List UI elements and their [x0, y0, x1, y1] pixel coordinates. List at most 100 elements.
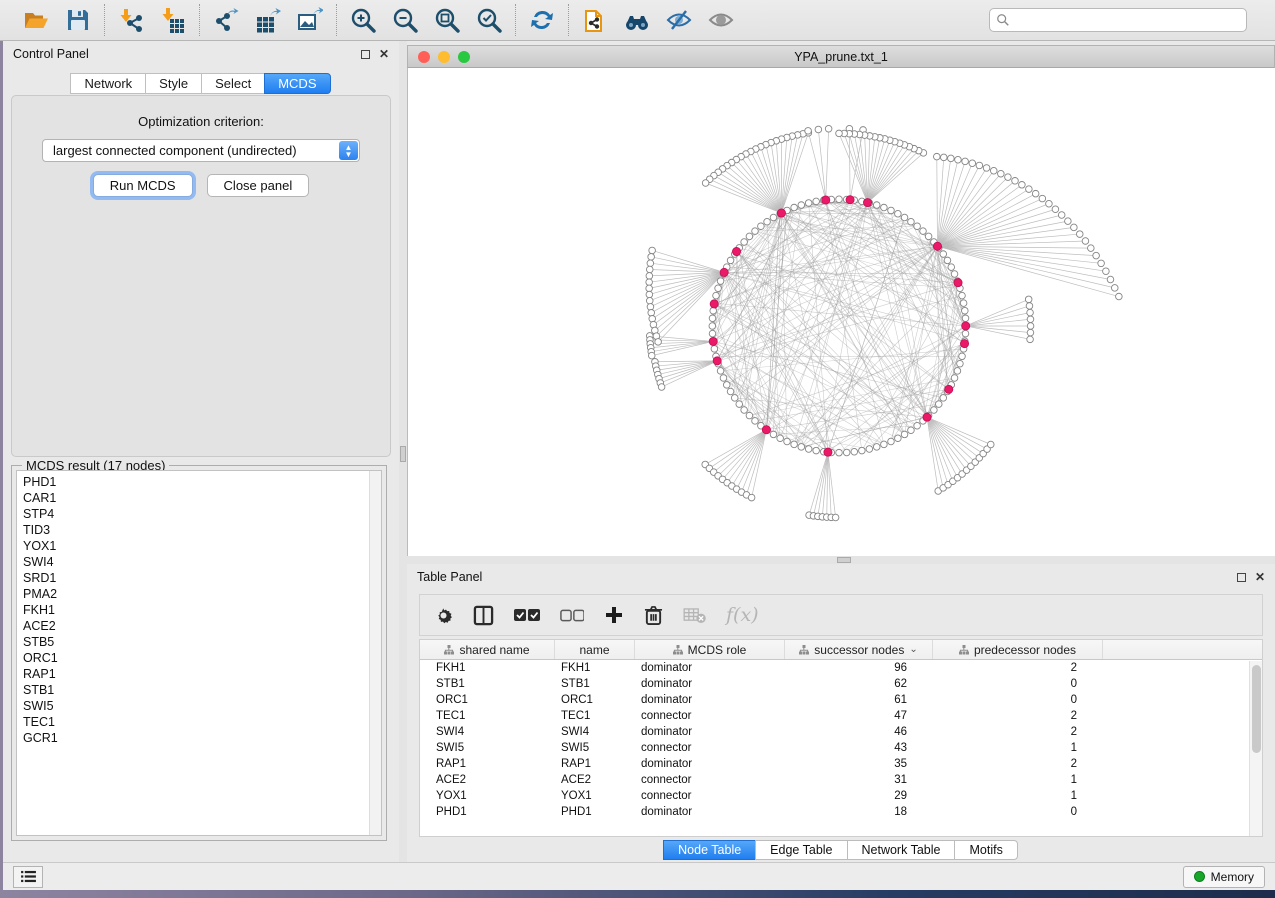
save-icon[interactable]: [64, 6, 92, 34]
network-window-titlebar[interactable]: YPA_prune.txt_1: [407, 45, 1275, 68]
mcds-result-item[interactable]: CAR1: [23, 490, 381, 506]
table-panel-tab[interactable]: Edge Table: [755, 840, 847, 860]
table-panel-tab[interactable]: Node Table: [663, 840, 756, 860]
table-column-header[interactable]: MCDS role ⌄: [635, 640, 785, 659]
mcds-result-item[interactable]: ORC1: [23, 650, 381, 666]
table-header-row: shared name ⌄ name ⌄ MCDS role ⌄ success…: [420, 640, 1262, 660]
mcds-result-item[interactable]: TID3: [23, 522, 381, 538]
network-canvas[interactable]: [407, 68, 1275, 556]
control-panel-tabs: Network Style Select MCDS: [3, 73, 399, 94]
search-input[interactable]: [989, 8, 1247, 32]
close-icon[interactable]: ✕: [379, 49, 389, 60]
mcds-result-item[interactable]: YOX1: [23, 538, 381, 554]
table-row[interactable]: ACE2 ACE2 connector 31 1: [420, 772, 1262, 788]
network-window: YPA_prune.txt_1: [407, 41, 1275, 556]
table-panel-tabs: Node Table Edge Table Network Table Moti…: [407, 840, 1275, 860]
export-image-icon[interactable]: [296, 6, 324, 34]
table-row[interactable]: PHD1 PHD1 dominator 18 0: [420, 804, 1262, 820]
mcds-result-item[interactable]: SRD1: [23, 570, 381, 586]
control-panel-title: Control Panel: [13, 47, 89, 61]
zoom-fit-icon[interactable]: [433, 6, 461, 34]
close-panel-button[interactable]: Close panel: [207, 174, 310, 197]
table-column-header[interactable]: shared name ⌄: [420, 640, 555, 659]
hierarchy-icon: [444, 645, 454, 655]
mcds-tab-content: Optimization criterion: largest connecte…: [11, 95, 391, 457]
memory-button[interactable]: Memory: [1183, 866, 1265, 888]
table-column-header[interactable]: predecessor nodes ⌄: [933, 640, 1103, 659]
function-builder-icon-disabled: f(x): [726, 602, 759, 628]
hierarchy-icon: [799, 645, 809, 655]
run-mcds-button[interactable]: Run MCDS: [93, 174, 193, 197]
list-icon: [20, 870, 37, 883]
control-panel-tab[interactable]: Style: [145, 73, 202, 94]
mcds-result-item[interactable]: STB5: [23, 634, 381, 650]
table-column-header[interactable]: successor nodes ⌄: [785, 640, 933, 659]
float-window-icon[interactable]: [361, 50, 370, 59]
table-settings-gear-icon[interactable]: [434, 602, 453, 628]
control-panel-tab[interactable]: MCDS: [264, 73, 330, 94]
table-row[interactable]: SWI5 SWI5 connector 43 1: [420, 740, 1262, 756]
status-bar: Memory: [3, 862, 1275, 890]
horizontal-splitter[interactable]: [407, 556, 1275, 564]
control-panel-tab[interactable]: Network: [70, 73, 146, 94]
hierarchy-icon: [959, 645, 969, 655]
table-row[interactable]: ORC1 ORC1 dominator 61 0: [420, 692, 1262, 708]
import-table-icon[interactable]: [159, 6, 187, 34]
overview-icon[interactable]: [623, 6, 651, 34]
hierarchy-icon: [673, 645, 683, 655]
table-scrollbar[interactable]: [1249, 661, 1262, 836]
close-icon[interactable]: ✕: [1255, 572, 1265, 583]
task-history-button[interactable]: [13, 866, 43, 888]
table-body: FKH1 FKH1 dominator 96 2 STB1 STB1 domin…: [420, 660, 1262, 820]
sort-menu-icon: ⌄: [909, 644, 917, 655]
optimization-criterion-label: Optimization criterion:: [12, 114, 390, 129]
mcds-result-item[interactable]: FKH1: [23, 602, 381, 618]
mcds-result-item[interactable]: TEC1: [23, 714, 381, 730]
import-network-icon[interactable]: [117, 6, 145, 34]
vertical-splitter[interactable]: [399, 41, 407, 862]
mcds-result-item[interactable]: STP4: [23, 506, 381, 522]
zoom-in-icon[interactable]: [349, 6, 377, 34]
mcds-result-item[interactable]: PHD1: [23, 474, 381, 490]
mcds-result-item[interactable]: SWI4: [23, 554, 381, 570]
mcds-list-scrollbar[interactable]: [369, 471, 381, 835]
control-panel: Control Panel ✕ Network Style Select MCD…: [3, 41, 399, 862]
control-panel-tab[interactable]: Select: [201, 73, 265, 94]
delete-column-icon[interactable]: [644, 602, 663, 628]
main-toolbar: [0, 0, 1275, 41]
table-row[interactable]: TEC1 TEC1 connector 47 2: [420, 708, 1262, 724]
add-column-icon[interactable]: [604, 602, 624, 628]
show-details-icon[interactable]: [707, 6, 735, 34]
select-all-rows-icon[interactable]: [514, 602, 540, 628]
mcds-result-item[interactable]: STB1: [23, 682, 381, 698]
network-graph[interactable]: [408, 68, 1275, 556]
node-table: shared name ⌄ name ⌄ MCDS role ⌄ success…: [419, 639, 1263, 837]
export-network-icon[interactable]: [212, 6, 240, 34]
zoom-selected-icon[interactable]: [475, 6, 503, 34]
table-row[interactable]: STB1 STB1 dominator 62 0: [420, 676, 1262, 692]
criterion-select[interactable]: largest connected component (undirected)…: [42, 139, 360, 162]
table-panel-title: Table Panel: [417, 570, 482, 584]
table-row[interactable]: RAP1 RAP1 dominator 35 2: [420, 756, 1262, 772]
open-icon[interactable]: [22, 6, 50, 34]
float-window-icon[interactable]: [1237, 573, 1246, 582]
zoom-out-icon[interactable]: [391, 6, 419, 34]
table-row[interactable]: SWI4 SWI4 dominator 46 2: [420, 724, 1262, 740]
new-network-from-selection-icon[interactable]: [581, 6, 609, 34]
table-row[interactable]: FKH1 FKH1 dominator 96 2: [420, 660, 1262, 676]
mcds-result-item[interactable]: ACE2: [23, 618, 381, 634]
refresh-icon[interactable]: [528, 6, 556, 34]
table-row[interactable]: YOX1 YOX1 connector 29 1: [420, 788, 1262, 804]
app-window: Control Panel ✕ Network Style Select MCD…: [3, 41, 1275, 890]
table-panel-tab[interactable]: Motifs: [954, 840, 1017, 860]
hide-details-icon[interactable]: [665, 6, 693, 34]
deselect-all-rows-icon[interactable]: [560, 602, 584, 628]
mcds-result-item[interactable]: GCR1: [23, 730, 381, 746]
mcds-result-item[interactable]: RAP1: [23, 666, 381, 682]
export-table-icon[interactable]: [254, 6, 282, 34]
mcds-result-item[interactable]: SWI5: [23, 698, 381, 714]
table-panel-tab[interactable]: Network Table: [847, 840, 956, 860]
mcds-result-item[interactable]: PMA2: [23, 586, 381, 602]
table-column-header[interactable]: name ⌄: [555, 640, 635, 659]
show-columns-icon[interactable]: [473, 602, 494, 628]
